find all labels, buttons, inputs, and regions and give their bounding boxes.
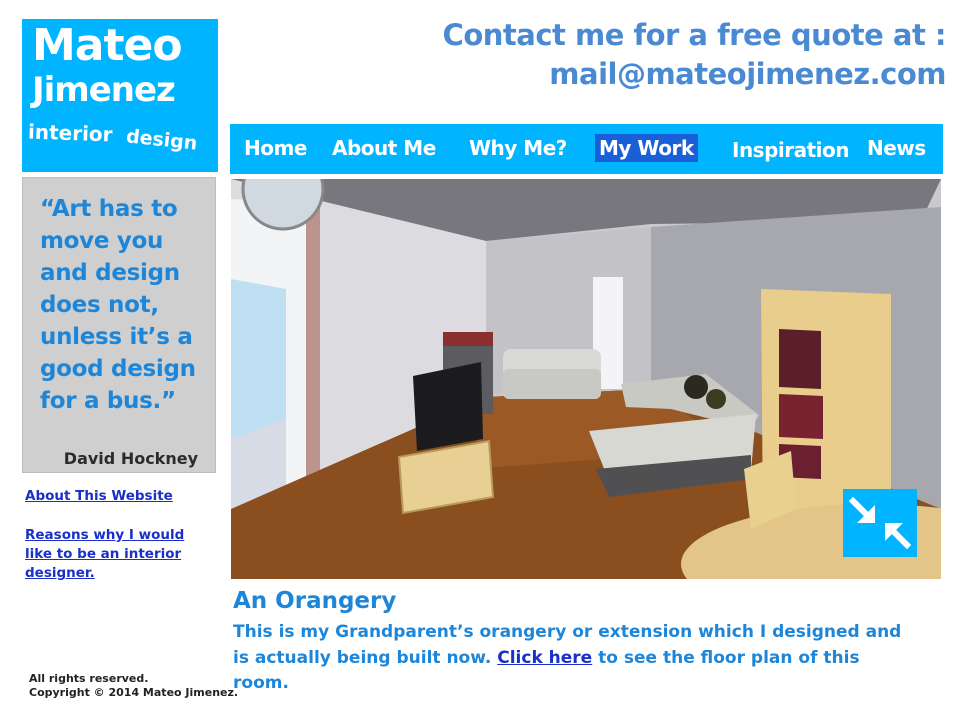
copyright-text: Copyright © 2014 Mateo Jimenez. bbox=[29, 686, 239, 699]
quote-box: “Art has to move you and design does not… bbox=[22, 177, 216, 473]
logo-tagline-interior: interior bbox=[27, 119, 113, 147]
room-render-illustration bbox=[231, 179, 941, 579]
nav-about-me[interactable]: About Me bbox=[328, 134, 440, 162]
contact-email[interactable]: mail@mateojimenez.com bbox=[443, 55, 946, 94]
main-nav: Home About Me Why Me? My Work Inspiratio… bbox=[230, 124, 943, 174]
caption-title: An Orangery bbox=[233, 588, 397, 614]
nav-my-work[interactable]: My Work bbox=[595, 134, 698, 162]
contact-line: Contact me for a free quote at : bbox=[442, 18, 947, 52]
quote-text: “Art has to move you and design does not… bbox=[40, 196, 196, 414]
room-render-image bbox=[231, 179, 941, 579]
reasons-link[interactable]: Reasons why I would like to be an interi… bbox=[25, 526, 200, 583]
logo-first-name: Mateo bbox=[32, 20, 183, 71]
logo-last-name: Jimenez bbox=[32, 70, 176, 110]
quote-author: David Hockney bbox=[63, 449, 198, 468]
nav-why-me[interactable]: Why Me? bbox=[465, 134, 571, 162]
floor-plan-link[interactable]: Click here bbox=[497, 648, 592, 668]
caption-body: This is my Grandparent’s orangery or ext… bbox=[233, 620, 913, 697]
nav-home[interactable]: Home bbox=[240, 134, 311, 162]
collapse-arrows-icon[interactable] bbox=[843, 489, 917, 557]
nav-news[interactable]: News bbox=[863, 134, 930, 162]
nav-inspiration[interactable]: Inspiration bbox=[728, 136, 853, 164]
site-logo[interactable]: Mateo Jimenez interior design bbox=[22, 19, 218, 172]
contact-heading: Contact me for a free quote at : mail@ma… bbox=[442, 16, 947, 94]
logo-tagline-design: design bbox=[125, 125, 199, 155]
about-website-link[interactable]: About This Website bbox=[25, 487, 215, 506]
copyright: All rights reserved. Copyright © 2014 Ma… bbox=[29, 672, 238, 700]
rights-text: All rights reserved. bbox=[29, 672, 149, 685]
